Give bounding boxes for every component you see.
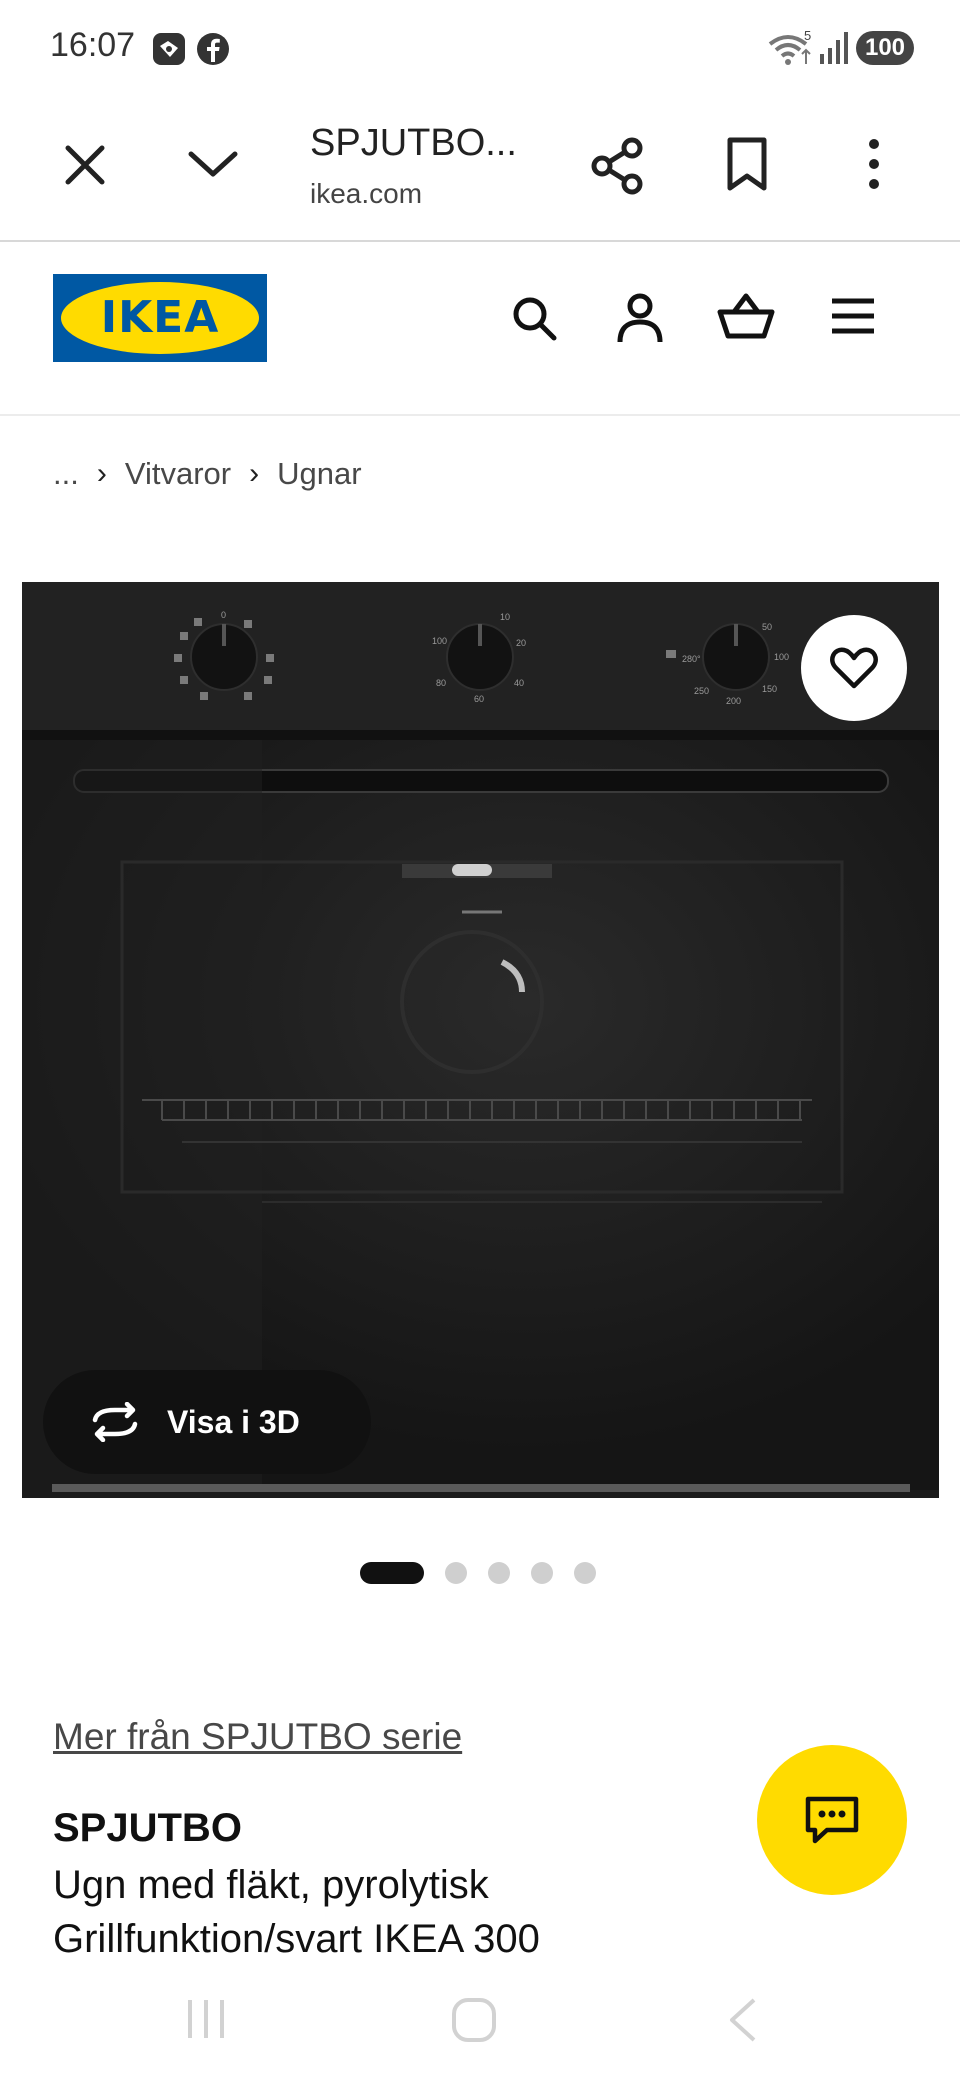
system-navigation-bar (0, 1970, 960, 2080)
more-vert-icon[interactable] (862, 136, 886, 192)
breadcrumb-separator-icon: › (249, 457, 260, 490)
messaging-app-icon (153, 33, 185, 65)
product-description: Ugn med fläkt, pyrolytisk Grillfunktion/… (53, 1863, 540, 1961)
dial-3-label-50: 50 (762, 622, 772, 632)
dial-1-label: 0 (221, 610, 226, 620)
page-domain[interactable]: ikea.com (310, 178, 422, 210)
chevron-down-icon[interactable] (186, 144, 240, 184)
dial-3-label-280: 280° (682, 654, 701, 664)
status-time: 16:07 (50, 26, 136, 64)
dial-2-label-40: 40 (514, 678, 524, 688)
breadcrumb-separator-icon: › (96, 457, 107, 490)
dial-2-label-20: 20 (516, 638, 526, 648)
product-name: SPJUTBO (53, 1806, 242, 1850)
dial-3-label-200: 200 (726, 696, 741, 706)
browser-toolbar: SPJUTBO... ikea.com (0, 96, 960, 242)
carousel-dot[interactable] (574, 1562, 596, 1584)
dial-2-label-10: 10 (500, 612, 510, 622)
view-in-3d-label: Visa i 3D (167, 1403, 300, 1440)
breadcrumb-item-ellipsis[interactable]: ... (53, 456, 79, 492)
product-image-gallery[interactable]: 0 10 20 40 60 80 100 50 100 150 200 250 … (22, 582, 939, 1498)
carousel-dot[interactable] (445, 1562, 467, 1584)
home-icon[interactable] (450, 1996, 498, 2044)
favorite-button[interactable] (801, 615, 907, 721)
account-icon[interactable] (616, 292, 664, 344)
dial-2-label-60: 60 (474, 694, 484, 704)
battery-icon: 100 (856, 31, 914, 65)
dial-2-label-80: 80 (436, 678, 446, 688)
dial-3-label-150: 150 (762, 684, 777, 694)
ikea-logo[interactable]: IKEA (53, 274, 267, 362)
menu-icon[interactable] (830, 296, 876, 336)
share-icon[interactable] (590, 136, 646, 196)
view-in-3d-button[interactable]: Visa i 3D (43, 1370, 371, 1474)
dial-3-label-250: 250 (694, 686, 709, 696)
chat-bubble-icon (805, 1796, 859, 1844)
ikea-logo-text: IKEA (100, 292, 220, 343)
heart-icon (830, 647, 878, 689)
bookmark-icon[interactable] (726, 136, 768, 192)
series-link[interactable]: Mer från SPJUTBO serie (53, 1716, 462, 1758)
back-icon[interactable] (726, 1996, 760, 2044)
oven-product-image: 0 10 20 40 60 80 100 50 100 150 200 250 … (22, 582, 939, 1498)
dial-3-label-100: 100 (774, 652, 789, 662)
cell-signal-icon (820, 32, 848, 64)
rotate-3d-icon (92, 1402, 138, 1442)
carousel-dot[interactable] (360, 1562, 424, 1584)
wifi-icon: 5 (768, 28, 811, 65)
wifi-band-label: 5 (804, 28, 811, 43)
chat-button[interactable] (757, 1745, 907, 1895)
recent-apps-icon[interactable] (184, 1996, 228, 2042)
facebook-icon (197, 33, 229, 65)
breadcrumb-item-vitvaror[interactable]: Vitvaror (125, 456, 231, 492)
site-header: IKEA (0, 244, 960, 416)
carousel-pagination[interactable] (360, 1562, 617, 1584)
search-icon[interactable] (510, 294, 558, 342)
breadcrumb-item-ugnar[interactable]: Ugnar (277, 456, 361, 492)
carousel-dot[interactable] (531, 1562, 553, 1584)
dial-2-label-100: 100 (432, 636, 447, 646)
breadcrumb: ... › Vitvaror › Ugnar (53, 450, 362, 498)
page-title[interactable]: SPJUTBO... (310, 122, 517, 165)
status-bar: 16:07 5 100 (0, 0, 960, 96)
carousel-dot[interactable] (488, 1562, 510, 1584)
close-icon[interactable] (62, 142, 108, 188)
basket-icon[interactable] (716, 290, 776, 342)
